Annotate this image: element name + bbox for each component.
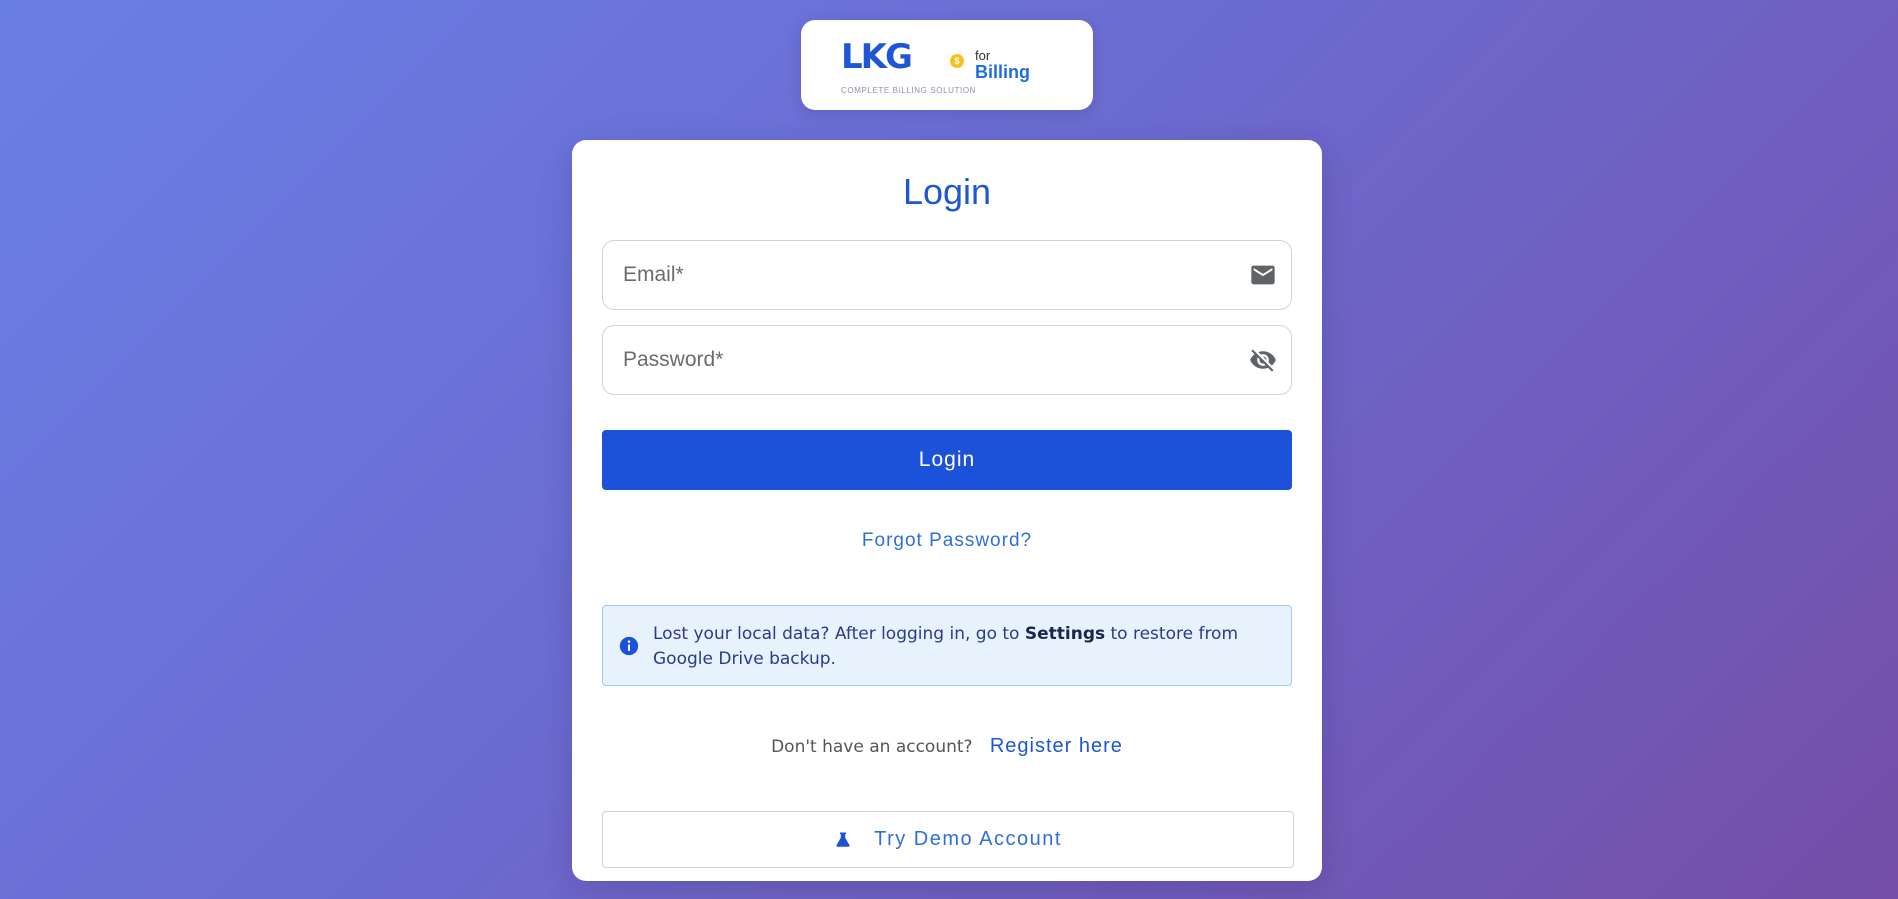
forgot-password-link[interactable]: Forgot Password? bbox=[572, 530, 1322, 552]
info-text-start: Lost your local data? After logging in, … bbox=[653, 624, 1025, 644]
eye-off-icon[interactable] bbox=[1249, 346, 1277, 374]
info-message: Lost your local data? After logging in, … bbox=[653, 622, 1263, 672]
try-demo-button[interactable]: Try Demo Account bbox=[602, 811, 1294, 868]
email-field[interactable] bbox=[621, 241, 1225, 309]
restore-info-alert: Lost your local data? After logging in, … bbox=[602, 605, 1292, 686]
info-icon bbox=[619, 636, 639, 656]
login-button[interactable]: Login bbox=[602, 430, 1292, 490]
app-logo: LKG $ for Billing COMPLETE BILLING SOLUT… bbox=[801, 20, 1093, 110]
page-title: Login bbox=[902, 171, 992, 212]
logo-tagline: COMPLETE BILLING SOLUTION bbox=[841, 86, 977, 95]
password-field-container bbox=[602, 325, 1292, 395]
logo-brand: LKG bbox=[841, 37, 913, 77]
coin-icon: $ bbox=[950, 54, 964, 68]
logo-for-text: for bbox=[975, 48, 991, 63]
register-link[interactable]: Register here bbox=[990, 735, 1123, 757]
mail-icon bbox=[1251, 265, 1275, 285]
email-field-container bbox=[602, 240, 1292, 310]
flask-icon bbox=[836, 832, 850, 847]
register-row: Don't have an account? Register here bbox=[572, 735, 1322, 758]
try-demo-label: Try Demo Account bbox=[874, 828, 1062, 850]
register-question: Don't have an account? bbox=[771, 737, 973, 757]
password-field[interactable] bbox=[621, 326, 1225, 394]
info-settings-emphasis: Settings bbox=[1024, 624, 1106, 644]
login-card: Login Login Forgot Password? Lost your l… bbox=[572, 140, 1322, 881]
logo-product: Billing bbox=[975, 62, 1030, 82]
